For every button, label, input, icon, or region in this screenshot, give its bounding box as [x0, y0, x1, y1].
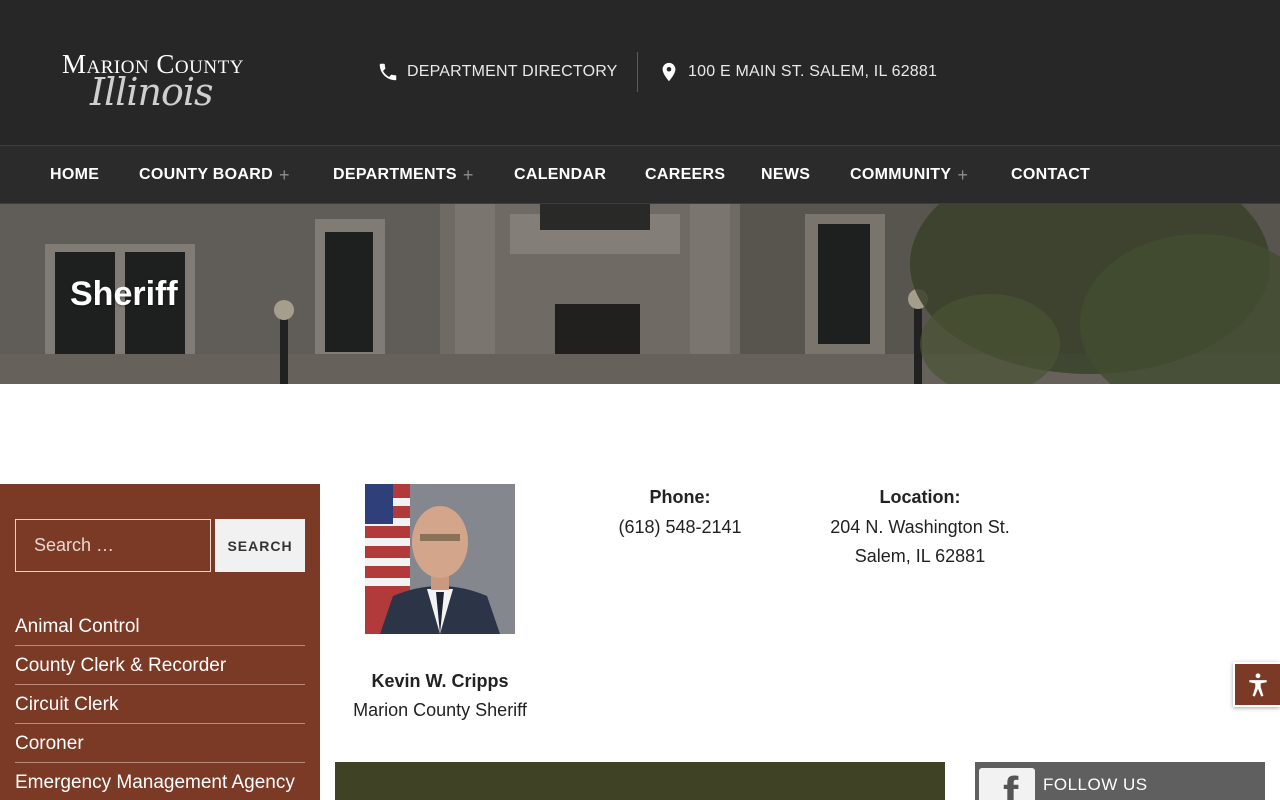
- nav-departments-label: DEPARTMENTS: [333, 166, 457, 183]
- nav-calendar[interactable]: CALENDAR: [514, 146, 606, 204]
- sidebar-link-county-clerk[interactable]: County Clerk & Recorder: [15, 646, 305, 685]
- nav-community-label: COMMUNITY: [850, 166, 952, 183]
- hero-banner: Sheriff: [0, 204, 1280, 384]
- phone-number[interactable]: (618) 548-2141: [590, 513, 770, 542]
- expand-plus-icon: +: [278, 164, 290, 185]
- location-line2: Salem, IL 62881: [854, 546, 986, 566]
- sheriff-name: Kevin W. Cripps: [371, 671, 509, 691]
- nav-departments[interactable]: DEPARTMENTS +: [333, 146, 474, 204]
- map-pin-icon: [662, 62, 676, 82]
- phone-icon: [379, 63, 397, 81]
- accessibility-icon: [1248, 672, 1267, 696]
- sidebar-link-circuit-clerk[interactable]: Circuit Clerk: [15, 685, 305, 724]
- facebook-follow-widget[interactable]: f FOLLOW US: [975, 762, 1265, 800]
- department-links: Animal Control County Clerk & Recorder C…: [15, 607, 305, 800]
- header-divider: [637, 52, 638, 92]
- search-button[interactable]: SEARCH: [215, 519, 305, 572]
- location-label: Location:: [879, 487, 961, 507]
- location-line1: 204 N. Washington St.: [830, 517, 1010, 537]
- department-directory-label: DEPARTMENT DIRECTORY: [407, 63, 618, 80]
- nav-calendar-label: CALENDAR: [514, 166, 607, 183]
- follow-us-label: FOLLOW US: [1043, 775, 1148, 794]
- nav-contact-label: CONTACT: [1011, 166, 1091, 183]
- address-info: 100 E MAIN ST. SALEM, IL 62881: [658, 58, 937, 86]
- facebook-glyph: f: [1003, 767, 1019, 800]
- department-directory-link[interactable]: DEPARTMENT DIRECTORY: [377, 58, 618, 86]
- page-title: Sheriff: [70, 275, 178, 313]
- content-block: [335, 762, 945, 800]
- nav-home[interactable]: HOME: [50, 146, 99, 204]
- nav-county-board[interactable]: COUNTY BOARD +: [139, 146, 290, 204]
- nav-home-label: HOME: [50, 166, 100, 183]
- portrait-illustration: [365, 484, 515, 634]
- nav-careers[interactable]: CAREERS: [645, 146, 725, 204]
- nav-careers-label: CAREERS: [645, 166, 726, 183]
- expand-plus-icon: +: [957, 164, 969, 185]
- sidebar-link-coroner[interactable]: Coroner: [15, 724, 305, 763]
- phone-label: Phone:: [649, 487, 711, 507]
- nav-contact[interactable]: CONTACT: [1011, 146, 1090, 204]
- courthouse-background-image: [0, 204, 1280, 384]
- site-logo[interactable]: Marion County Illinois: [60, 50, 292, 112]
- sidebar-link-animal-control[interactable]: Animal Control: [15, 607, 305, 646]
- nav-news-label: NEWS: [761, 166, 811, 183]
- nav-community[interactable]: COMMUNITY +: [850, 146, 968, 204]
- nav-news[interactable]: NEWS: [761, 146, 810, 204]
- accessibility-button[interactable]: [1233, 662, 1280, 707]
- nav-county-board-label: COUNTY BOARD: [139, 166, 273, 183]
- logo-text-state: Illinois: [90, 70, 213, 114]
- facebook-icon: f: [979, 767, 1035, 800]
- site-header: Marion County Illinois DEPARTMENT DIRECT…: [0, 0, 1280, 145]
- search-input[interactable]: Search …: [15, 519, 211, 572]
- address-label: 100 E MAIN ST. SALEM, IL 62881: [688, 63, 938, 80]
- main-nav: HOME COUNTY BOARD + DEPARTMENTS + CALENDAR…: [0, 145, 1280, 204]
- sidebar: Search … SEARCH Animal Control County Cl…: [0, 484, 320, 800]
- sheriff-title: Marion County Sheriff: [353, 700, 527, 720]
- expand-plus-icon: +: [462, 164, 474, 185]
- sheriff-portrait: [365, 484, 515, 634]
- sidebar-link-ema[interactable]: Emergency Management Agency: [15, 763, 305, 800]
